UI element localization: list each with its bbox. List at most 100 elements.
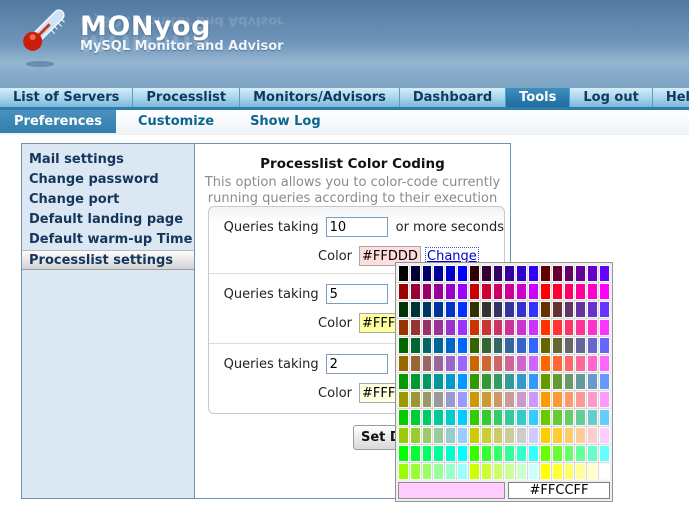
color-swatch[interactable] (481, 265, 492, 282)
color-swatch[interactable] (410, 373, 421, 390)
color-swatch[interactable] (493, 337, 504, 354)
color-swatch[interactable] (433, 355, 444, 372)
color-swatch[interactable] (599, 283, 610, 300)
color-swatch[interactable] (587, 409, 598, 426)
color-swatch[interactable] (564, 427, 575, 444)
color-swatch[interactable] (564, 409, 575, 426)
sidebar-item-mail-settings[interactable]: Mail settings (22, 150, 194, 170)
color-swatch[interactable] (469, 283, 480, 300)
color-swatch[interactable] (398, 265, 409, 282)
color-swatch[interactable] (504, 283, 515, 300)
color-swatch[interactable] (398, 391, 409, 408)
color-swatch[interactable] (457, 301, 468, 318)
color-swatch[interactable] (552, 373, 563, 390)
color-swatch[interactable] (457, 463, 468, 480)
color-swatch[interactable] (599, 373, 610, 390)
color-swatch[interactable] (410, 319, 421, 336)
color-swatch[interactable] (445, 355, 456, 372)
color-swatch[interactable] (516, 337, 527, 354)
color-hex-input[interactable] (508, 482, 610, 499)
color-swatch[interactable] (398, 301, 409, 318)
color-swatch[interactable] (398, 445, 409, 462)
color-swatch[interactable] (422, 427, 433, 444)
color-swatch[interactable] (575, 355, 586, 372)
color-swatch[interactable] (587, 337, 598, 354)
color-swatch[interactable] (540, 319, 551, 336)
color-swatch[interactable] (410, 391, 421, 408)
color-swatch[interactable] (540, 337, 551, 354)
color-swatch[interactable] (564, 319, 575, 336)
color-swatch[interactable] (445, 265, 456, 282)
color-swatch[interactable] (410, 409, 421, 426)
color-swatch[interactable] (422, 445, 433, 462)
color-swatch[interactable] (493, 391, 504, 408)
color-swatch[interactable] (504, 391, 515, 408)
color-swatch[interactable] (599, 301, 610, 318)
color-swatch[interactable] (493, 427, 504, 444)
color-swatch[interactable] (457, 283, 468, 300)
color-swatch[interactable] (575, 463, 586, 480)
color-swatch[interactable] (552, 391, 563, 408)
sidebar-item-change-password[interactable]: Change password (22, 170, 194, 190)
color-swatch[interactable] (469, 301, 480, 318)
color-swatch[interactable] (410, 463, 421, 480)
color-swatch[interactable] (587, 445, 598, 462)
color-swatch[interactable] (564, 337, 575, 354)
color-swatch[interactable] (493, 319, 504, 336)
color-swatch[interactable] (445, 445, 456, 462)
color-swatch[interactable] (540, 463, 551, 480)
color-swatch[interactable] (457, 409, 468, 426)
color-swatch[interactable] (422, 463, 433, 480)
color-swatch[interactable] (410, 283, 421, 300)
color-swatch[interactable] (398, 319, 409, 336)
color-swatch[interactable] (599, 409, 610, 426)
color-swatch[interactable] (469, 373, 480, 390)
color-swatch[interactable] (516, 427, 527, 444)
color-swatch[interactable] (599, 427, 610, 444)
color-swatch[interactable] (504, 445, 515, 462)
color-swatch[interactable] (433, 319, 444, 336)
color-swatch[interactable] (481, 373, 492, 390)
color-swatch[interactable] (564, 265, 575, 282)
color-swatch[interactable] (504, 463, 515, 480)
color-swatch[interactable] (516, 409, 527, 426)
color-swatch[interactable] (457, 445, 468, 462)
color-swatch[interactable] (457, 373, 468, 390)
color-swatch[interactable] (587, 373, 598, 390)
color-swatch[interactable] (469, 319, 480, 336)
color-swatch[interactable] (528, 409, 539, 426)
color-swatch[interactable] (410, 337, 421, 354)
color-swatch[interactable] (540, 265, 551, 282)
sidebar-item-processlist-settings[interactable]: Processlist settings (22, 250, 194, 270)
color-swatch[interactable] (552, 283, 563, 300)
color-swatch[interactable] (422, 319, 433, 336)
color-swatch[interactable] (575, 373, 586, 390)
color-swatch[interactable] (528, 337, 539, 354)
color-swatch[interactable] (564, 445, 575, 462)
sidebar-item-default-warm-up-time[interactable]: Default warm-up Time (22, 230, 194, 250)
color-swatch[interactable] (599, 445, 610, 462)
color-swatch[interactable] (445, 301, 456, 318)
color-swatch[interactable] (528, 445, 539, 462)
seconds-input[interactable] (326, 354, 388, 374)
color-swatch[interactable] (504, 409, 515, 426)
color-swatch[interactable] (422, 337, 433, 354)
color-swatch[interactable] (481, 283, 492, 300)
color-swatch[interactable] (398, 283, 409, 300)
color-swatch[interactable] (481, 319, 492, 336)
color-swatch[interactable] (422, 373, 433, 390)
color-swatch[interactable] (433, 445, 444, 462)
color-swatch[interactable] (445, 283, 456, 300)
color-swatch[interactable] (540, 391, 551, 408)
seconds-input[interactable] (326, 217, 388, 237)
color-swatch[interactable] (552, 427, 563, 444)
color-swatch[interactable] (410, 427, 421, 444)
color-swatch[interactable] (481, 355, 492, 372)
sidebar-item-change-port[interactable]: Change port (22, 190, 194, 210)
color-swatch[interactable] (587, 283, 598, 300)
color-swatch[interactable] (587, 391, 598, 408)
color-swatch[interactable] (540, 373, 551, 390)
color-swatch[interactable] (516, 373, 527, 390)
color-swatch[interactable] (493, 265, 504, 282)
color-swatch[interactable] (564, 355, 575, 372)
